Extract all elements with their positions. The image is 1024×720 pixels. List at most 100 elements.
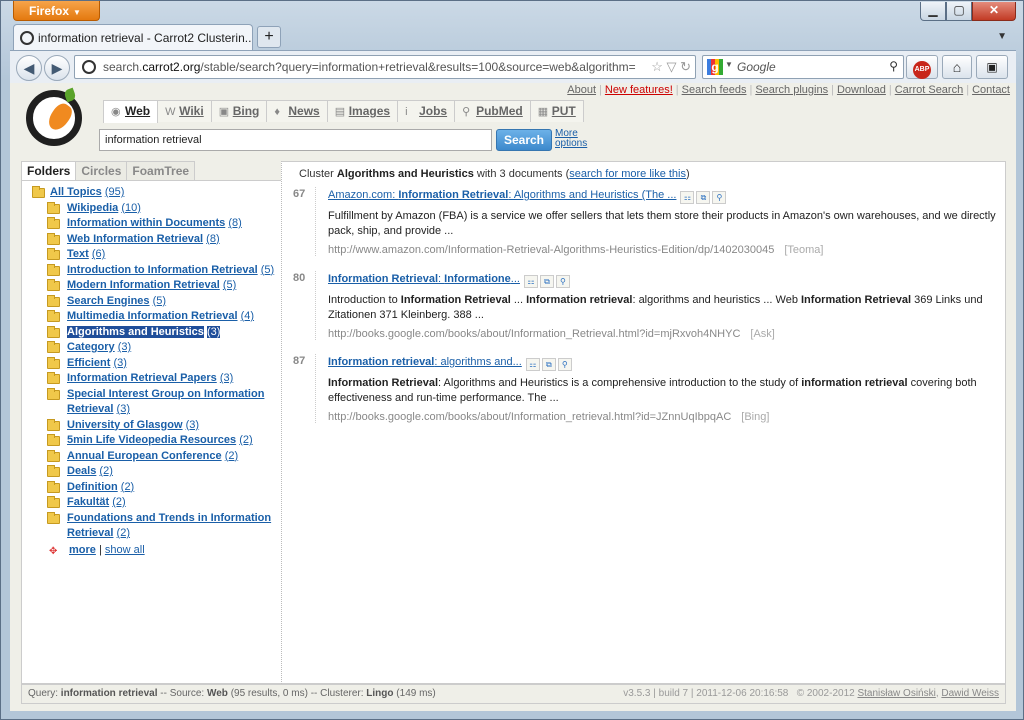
engine-dropdown-icon[interactable]: ▼	[725, 60, 733, 69]
cluster-folder[interactable]: Information Retrieval Papers (3)	[22, 371, 281, 387]
close-window-button[interactable]: ✕	[972, 2, 1016, 21]
cluster-label[interactable]: University of Glasgow	[67, 419, 183, 431]
view-tab-circles[interactable]: Circles	[75, 161, 128, 180]
home-button[interactable]: ⌂	[942, 55, 972, 79]
toplink-search-plugins[interactable]: Search plugins	[755, 84, 828, 96]
cluster-label[interactable]: Efficient	[67, 357, 110, 369]
tab-list-dropdown-icon[interactable]: ▼	[997, 31, 1007, 42]
view-tab-foamtree[interactable]: FoamTree	[126, 161, 196, 180]
address-bar[interactable]: search.carrot2.org/stable/search?query=i…	[74, 55, 696, 79]
more-options-link[interactable]: More options	[555, 129, 600, 149]
open-new-window-icon[interactable]: ⧉	[539, 275, 554, 288]
web-search-box[interactable]: g ▼ Google ⚲	[702, 55, 904, 79]
cluster-folder[interactable]: 5min Life Videopedia Resources (2)	[22, 433, 281, 449]
preview-icon[interactable]: ⚲	[555, 275, 570, 288]
toplink-carrot-search[interactable]: Carrot Search	[895, 84, 963, 96]
cluster-folder[interactable]: Annual European Conference (2)	[22, 449, 281, 465]
cluster-folder[interactable]: Text (6)	[22, 247, 281, 263]
more-like-this-link[interactable]: search for more like this	[569, 168, 686, 180]
cluster-label[interactable]: Algorithms and Heuristics	[67, 325, 204, 338]
maximize-button[interactable]: ▢	[946, 2, 972, 21]
search-button[interactable]: Search	[496, 129, 552, 151]
cluster-label[interactable]: Search Engines	[67, 295, 150, 307]
cluster-label[interactable]: Fakultät	[67, 496, 109, 508]
cluster-label[interactable]: Definition	[67, 481, 118, 493]
cluster-label[interactable]: All Topics	[50, 186, 102, 198]
minimize-button[interactable]: ▁	[920, 2, 946, 21]
cluster-label[interactable]: Information within Documents	[67, 217, 225, 229]
source-tab-images[interactable]: ▤ Images	[326, 100, 399, 122]
cluster-folder[interactable]: Introduction to Information Retrieval (5…	[22, 263, 281, 279]
google-engine-icon[interactable]: g	[707, 59, 723, 75]
cluster-label[interactable]: Multimedia Information Retrieval	[67, 310, 238, 322]
bookmarks-menu-button[interactable]: ▣	[976, 55, 1008, 79]
show-in-clusters-icon[interactable]: ⚏	[523, 275, 538, 288]
cluster-label[interactable]: Web Information Retrieval	[67, 233, 203, 245]
open-new-window-icon[interactable]: ⧉	[541, 358, 556, 371]
cluster-label[interactable]: Text	[67, 248, 89, 260]
toplink-contact[interactable]: Contact	[972, 84, 1010, 96]
cluster-folder[interactable]: Efficient (3)	[22, 356, 281, 372]
back-button[interactable]: ◀	[16, 55, 42, 81]
show-in-clusters-icon[interactable]: ⚏	[525, 358, 540, 371]
author-link-1[interactable]: Stanisław Osiński	[857, 688, 935, 699]
source-tab-wiki[interactable]: W Wiki	[157, 100, 212, 122]
cluster-folder[interactable]: Special Interest Group on Information Re…	[22, 387, 281, 418]
new-tab-button[interactable]: +	[257, 26, 281, 48]
result-title-link[interactable]: Information retrieval: algorithms and...	[328, 356, 522, 368]
cluster-folder[interactable]: Multimedia Information Retrieval (4)	[22, 309, 281, 325]
open-new-window-icon[interactable]: ⧉	[696, 191, 711, 204]
history-dropdown-icon[interactable]: ▽	[666, 59, 676, 74]
query-input[interactable]: information retrieval	[99, 129, 492, 151]
source-tab-bing[interactable]: ▣ Bing	[210, 100, 268, 122]
author-link-2[interactable]: Dawid Weiss	[941, 688, 999, 699]
browser-tab[interactable]: information retrieval - Carrot2 Clusteri…	[13, 24, 253, 50]
cluster-label[interactable]: 5min Life Videopedia Resources	[67, 434, 236, 446]
cluster-label[interactable]: Deals	[67, 465, 96, 477]
bookmark-star-icon[interactable]: ☆	[651, 59, 663, 74]
cluster-folder[interactable]: Modern Information Retrieval (5)	[22, 278, 281, 294]
cluster-label[interactable]: Introduction to Information Retrieval	[67, 264, 258, 276]
cluster-folder[interactable]: Category (3)	[22, 340, 281, 356]
source-tab-put[interactable]: ▦ PUT	[529, 100, 584, 122]
cluster-label[interactable]: Category	[67, 341, 115, 353]
cluster-folder[interactable]: Wikipedia (10)	[22, 201, 281, 217]
cluster-label[interactable]: Special Interest Group on Information Re…	[67, 388, 264, 416]
result-title-link[interactable]: Amazon.com: Information Retrieval: Algor…	[328, 189, 676, 201]
preview-icon[interactable]: ⚲	[557, 358, 572, 371]
source-tab-pubmed[interactable]: ⚲ PubMed	[454, 100, 531, 122]
cluster-folder[interactable]: Algorithms and Heuristics (3)	[22, 325, 281, 341]
source-tab-web[interactable]: ◉ Web	[103, 100, 159, 123]
forward-button[interactable]: ▶	[44, 55, 70, 81]
firefox-menu-button[interactable]: Firefox ▼	[13, 1, 100, 21]
cluster-all-topics[interactable]: All Topics (95)	[22, 185, 281, 201]
view-tab-folders[interactable]: Folders	[21, 161, 77, 180]
toplink-search-feeds[interactable]: Search feeds	[682, 84, 747, 96]
show-all-link[interactable]: show all	[105, 544, 145, 556]
cluster-label[interactable]: Information Retrieval Papers	[67, 372, 217, 384]
preview-icon[interactable]: ⚲	[712, 191, 727, 204]
toplink-about[interactable]: About	[567, 84, 596, 96]
more-clusters-link[interactable]: more	[69, 544, 96, 556]
carrot2-logo[interactable]	[26, 87, 82, 146]
cluster-folder[interactable]: Foundations and Trends in Information Re…	[22, 511, 281, 542]
adblock-button[interactable]: ABP	[906, 55, 938, 79]
cluster-label[interactable]: Foundations and Trends in Information Re…	[67, 512, 271, 540]
cluster-folder[interactable]: Deals (2)	[22, 464, 281, 480]
cluster-folder[interactable]: University of Glasgow (3)	[22, 418, 281, 434]
cluster-folder[interactable]: Information within Documents (8)	[22, 216, 281, 232]
cluster-folder[interactable]: Fakultät (2)	[22, 495, 281, 511]
result-title-link[interactable]: Information Retrieval: Informatione...	[328, 273, 520, 285]
toplink-new-features[interactable]: New features!	[605, 84, 673, 96]
cluster-folder[interactable]: Definition (2)	[22, 480, 281, 496]
source-tab-jobs[interactable]: i Jobs	[397, 100, 456, 122]
toplink-download[interactable]: Download	[837, 84, 886, 96]
show-in-clusters-icon[interactable]: ⚏	[680, 191, 695, 204]
cluster-label[interactable]: Annual European Conference	[67, 450, 222, 462]
source-tab-news[interactable]: ♦ News	[266, 100, 328, 122]
reload-icon[interactable]: ↻	[680, 59, 691, 74]
search-icon[interactable]: ⚲	[889, 59, 898, 73]
cluster-folder[interactable]: Search Engines (5)	[22, 294, 281, 310]
cluster-folder[interactable]: Web Information Retrieval (8)	[22, 232, 281, 248]
cluster-label[interactable]: Modern Information Retrieval	[67, 279, 220, 291]
